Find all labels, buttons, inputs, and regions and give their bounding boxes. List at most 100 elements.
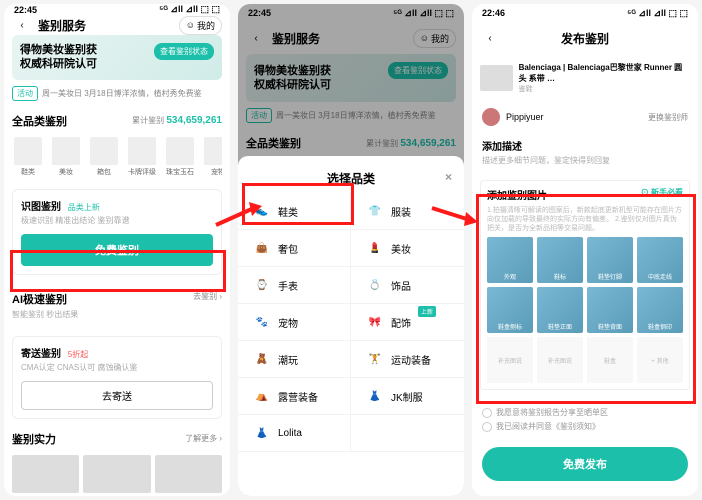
screen-1: 22:45 ⁵ᴳ ⊿ll ⊿ll ⬚ ⬚ ‹ 鉴别服务 ☺ 我的 得物美妆鉴别获… (4, 4, 230, 496)
cat-clothes[interactable]: 👕服装 (351, 193, 464, 230)
cat-lolita[interactable]: 👗Lolita (238, 415, 351, 452)
cat-pet[interactable]: 🐾宠物 (238, 304, 351, 341)
thumb-slot[interactable]: 鞋垫背面 (587, 287, 633, 333)
card-title: 识图鉴别 (21, 202, 61, 213)
strength-more[interactable]: 了解更多 › (185, 433, 222, 444)
ring-icon: 💍 (367, 277, 383, 293)
check-share[interactable]: 我愿意将鉴别报告分享至晒单区 (482, 407, 688, 418)
cat-watch[interactable]: ⌚手表 (238, 267, 351, 304)
tent-icon: ⛺ (254, 388, 270, 404)
free-auth-button[interactable]: 免费鉴别 (21, 234, 213, 266)
all-category-section: 全品类鉴别 累计鉴别 534,659,261 鞋类 美妆 箱包 卡牌评级 珠宝玉… (12, 109, 222, 181)
ai-more[interactable]: 去鉴别 › (193, 291, 222, 320)
user-row: Pippiyuer 更换鉴别师 (472, 102, 698, 132)
add-desc[interactable]: 添加描述 描述更多细节问题，鉴定快得到回复 (472, 132, 698, 172)
cat-item[interactable]: 宠物 (202, 137, 222, 177)
category-sheet: 选择品类 × 👟鞋类 👕服装 👜奢包 💄美妆 ⌚手表 💍饰品 🐾宠物 🎀配饰上新… (238, 156, 464, 496)
image-section: 添加鉴别图片 ⊙ 新手必看 1.拍摄清晰可解读的图案后，新款起底更新机型可能存在… (480, 180, 690, 390)
thumb-slot[interactable]: 外观 (487, 237, 533, 283)
thumb-slot[interactable]: 中底走线 (637, 237, 683, 283)
close-icon[interactable]: × (445, 170, 452, 184)
checks: 我愿意将鉴别报告分享至晒单区 我已阅读并同意《鉴别须知》 (472, 398, 698, 441)
card-sub: 极速识别 精准出结论 鉴别靠谱 (21, 215, 213, 226)
thumb-empty[interactable]: 补充图说 (487, 337, 533, 383)
belt-icon: 🎀 (367, 314, 383, 330)
notice-text: 周一美妆日 3月18日博洋浓情，植村秀免费鉴 (42, 88, 202, 99)
thumb-add[interactable]: + 其他 (637, 337, 683, 383)
sport-icon: 🏋 (367, 351, 383, 367)
banner-status-btn[interactable]: 查看鉴别状态 (154, 43, 214, 60)
radio-icon (482, 408, 492, 418)
strength-img[interactable] (83, 455, 150, 493)
cat-item[interactable]: 珠宝玉石 (164, 137, 196, 177)
thumb-slot[interactable]: 鞋垫钉脚 (587, 237, 633, 283)
publish-button[interactable]: 免费发布 (482, 447, 688, 481)
category-grid: 👟鞋类 👕服装 👜奢包 💄美妆 ⌚手表 💍饰品 🐾宠物 🎀配饰上新 🧸潮玩 🏋运… (238, 193, 464, 452)
watch-icon: ⌚ (254, 277, 270, 293)
cat-item[interactable]: 美妆 (50, 137, 82, 177)
image-auth-card: 识图鉴别 品类上新 极速识别 精准出结论 鉴别靠谱 免费鉴别 (12, 189, 222, 275)
my-button[interactable]: ☺ 我的 (179, 16, 222, 35)
category-scroll[interactable]: 鞋类 美妆 箱包 卡牌评级 珠宝玉石 宠物 (12, 133, 222, 181)
notice-tag: 活动 (12, 86, 38, 101)
ai-title: AI极速鉴别 (12, 294, 67, 306)
cat-item[interactable]: 箱包 (88, 137, 120, 177)
check-agree[interactable]: 我已阅读并同意《鉴别须知》 (482, 421, 688, 432)
cat-camp[interactable]: ⛺露营装备 (238, 378, 351, 415)
change-appraiser[interactable]: 更换鉴别师 (648, 112, 688, 123)
thumb-empty[interactable]: 鞋盒 (587, 337, 633, 383)
cat-bags[interactable]: 👜奢包 (238, 230, 351, 267)
sheet-title: 选择品类 × (238, 164, 464, 193)
product-row[interactable]: Balenciaga | Balenciaga巴黎世家 Runner 圆头 系带… (472, 54, 698, 102)
shoe-icon: 👟 (254, 203, 270, 219)
product-image (480, 65, 513, 91)
cat-accessory[interactable]: 🎀配饰上新 (351, 304, 464, 341)
img-section-title: 添加鉴别图片 (487, 187, 547, 202)
strength-img[interactable] (12, 455, 79, 493)
thumb-empty[interactable]: 补充图说 (537, 337, 583, 383)
cat-jewelry[interactable]: 💍饰品 (351, 267, 464, 304)
bag-icon: 👜 (254, 240, 270, 256)
cat-beauty[interactable]: 💄美妆 (351, 230, 464, 267)
username: Pippiyuer (506, 112, 642, 122)
thumb-slot[interactable]: 鞋盒钢印 (637, 287, 683, 333)
cat-toy[interactable]: 🧸潮玩 (238, 341, 351, 378)
newbie-link[interactable]: ⊙ 新手必看 (641, 187, 683, 202)
time: 22:45 (14, 5, 37, 15)
page-title: 鉴别服务 (32, 17, 179, 34)
send-button[interactable]: 去寄送 (21, 381, 213, 410)
thumb-slot[interactable]: 鞋垫正面 (537, 287, 583, 333)
section-title: 全品类鉴别 (12, 113, 67, 129)
radio-icon (482, 422, 492, 432)
img-tip: 1.拍摄清晰可解读的图案后，新款起底更新机型可能存在图片方向仅加载的导致最终的实… (487, 206, 683, 233)
notice-bar[interactable]: 活动 周一美妆日 3月18日博洋浓情，植村秀免费鉴 (12, 86, 222, 101)
screen-3: 22:46⁵ᴳ ⊿ll ⊿ll ⬚ ⬚ ‹ 发布鉴别 Balenciaga | … (472, 4, 698, 496)
send-title: 寄送鉴别 (21, 349, 61, 360)
lipstick-icon: 💄 (367, 240, 383, 256)
ai-auth-row[interactable]: AI极速鉴别 智能鉴别 秒出结果 去鉴别 › (12, 283, 222, 328)
header: ‹ 鉴别服务 ☺ 我的 (4, 15, 230, 35)
thumb-slot[interactable]: 鞋盒侧标 (487, 287, 533, 333)
cat-sport[interactable]: 🏋运动装备 (351, 341, 464, 378)
cat-item[interactable]: 卡牌评级 (126, 137, 158, 177)
thumb-slot[interactable]: 鞋标 (537, 237, 583, 283)
card-tag: 品类上新 (68, 203, 100, 212)
strength-section: 鉴别实力 了解更多 › 联合权威科研院 CMA权威资质认定 国家CN (12, 427, 222, 496)
banner-text: 得物美妆鉴别获 权威科研院认可 (20, 43, 97, 72)
send-auth-card: 寄送鉴别 5折起 CMA认定 CNAS认可 腐蚀确认鉴 去寄送 (12, 336, 222, 419)
cat-jk[interactable]: 👗JK制服 (351, 378, 464, 415)
send-tag: 5折起 (68, 350, 88, 359)
shirt-icon: 👕 (367, 203, 383, 219)
screen-2: 22:45⁵ᴳ ⊿ll ⊿ll ⬚ ⬚ ‹ 鉴别服务 ☺ 我的 得物美妆鉴别获权… (238, 4, 464, 496)
pet-icon: 🐾 (254, 314, 270, 330)
uniform-icon: 👗 (367, 388, 383, 404)
page-title: 发布鉴别 (500, 30, 670, 47)
toy-icon: 🧸 (254, 351, 270, 367)
back-icon[interactable]: ‹ (12, 15, 32, 35)
cat-item[interactable]: 鞋类 (12, 137, 44, 177)
strength-img[interactable] (155, 455, 222, 493)
banner[interactable]: 得物美妆鉴别获 权威科研院认可 查看鉴别状态 (12, 35, 222, 80)
product-name: Balenciaga | Balenciaga巴黎世家 Runner 圆头 系带… (519, 62, 690, 84)
back-icon[interactable]: ‹ (480, 28, 500, 48)
cat-shoes[interactable]: 👟鞋类 (238, 193, 351, 230)
